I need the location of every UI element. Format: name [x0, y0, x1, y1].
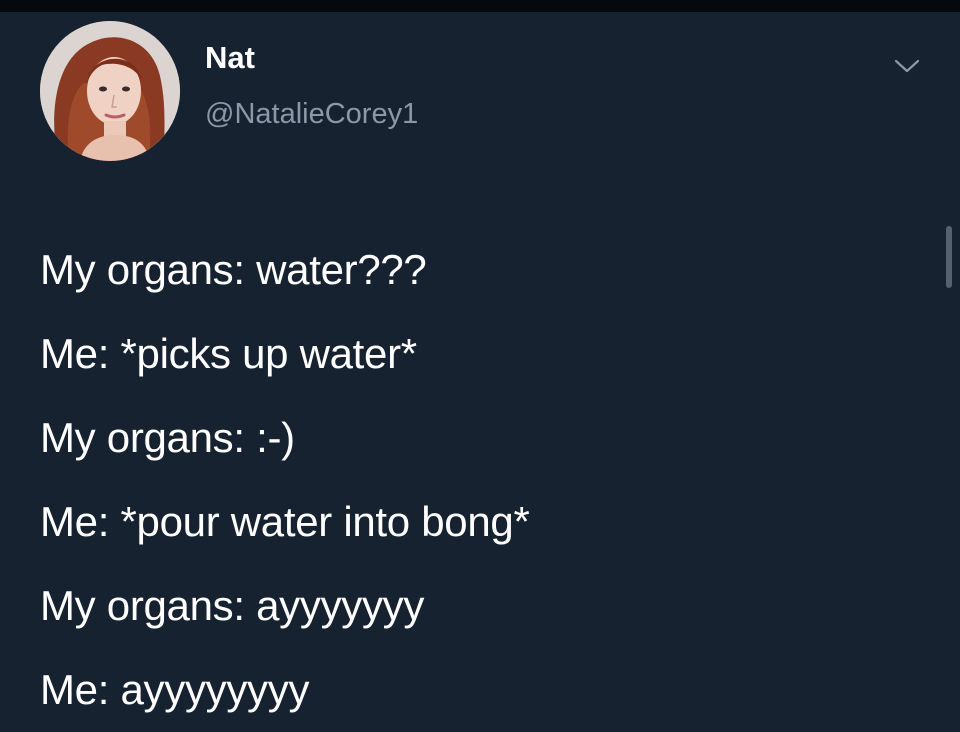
top-edge-bar — [0, 0, 960, 12]
tweet-body: My organs: water??? Me: *picks up water*… — [40, 228, 530, 732]
tweet-line: Me: ayyyyyyyy — [40, 666, 310, 713]
author-display-name[interactable]: Nat — [205, 42, 255, 73]
chevron-down-icon — [894, 59, 920, 73]
tweet-line: Me: *picks up water* — [40, 330, 417, 377]
avatar[interactable] — [40, 21, 180, 161]
tweet-line: My organs: :-) — [40, 414, 295, 461]
tweet-menu-button[interactable] — [893, 56, 921, 76]
tweet-line: Me: *pour water into bong* — [40, 498, 530, 545]
scrollbar-thumb[interactable] — [946, 226, 952, 288]
tweet-line: My organs: water??? — [40, 246, 427, 293]
author-handle[interactable]: @NatalieCorey1 — [205, 100, 418, 129]
profile-photo-icon — [40, 21, 180, 161]
tweet-line: My organs: ayyyyyyy — [40, 582, 425, 629]
